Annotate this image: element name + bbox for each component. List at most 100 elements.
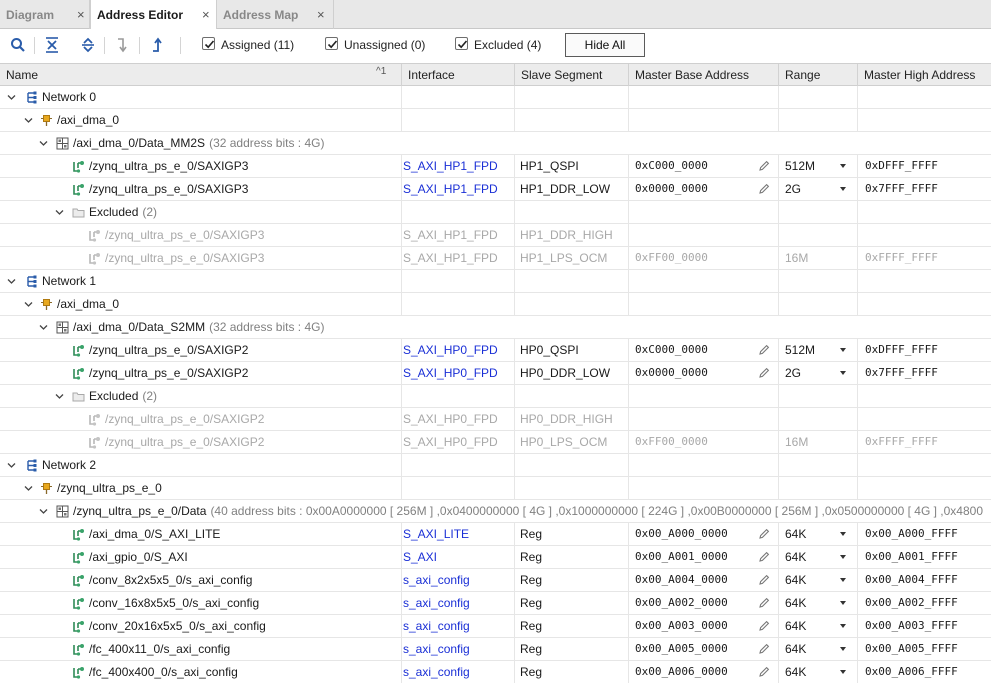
interface-link[interactable]: S_AXI_HP1_FPD: [403, 178, 512, 200]
dropdown-arrow-icon[interactable]: [840, 555, 846, 559]
column-header-master-high[interactable]: Master High Address: [858, 64, 975, 86]
pencil-icon[interactable]: [758, 597, 770, 609]
interface-link[interactable]: s_axi_config: [403, 638, 512, 660]
table-row-segment[interactable]: /zynq_ultra_ps_e_0/SAXIGP2 S_AXI_HP0_FPD H…: [0, 431, 991, 454]
table-row-master[interactable]: /zynq_ultra_ps_e_0: [0, 477, 991, 500]
pencil-icon[interactable]: [758, 620, 770, 632]
close-icon[interactable]: ×: [317, 7, 325, 22]
table-row-segment[interactable]: /axi_gpio_0/S_AXI S_AXI Reg 0x00_A001_0000 6…: [0, 546, 991, 569]
interface-link[interactable]: S_AXI_HP0_FPD: [403, 339, 512, 361]
master-base-address-field[interactable]: 0x0000_0000: [635, 362, 753, 384]
range-select[interactable]: 64K: [785, 615, 833, 637]
table-row-segment[interactable]: /zynq_ultra_ps_e_0/SAXIGP3 S_AXI_HP1_FPD H…: [0, 178, 991, 201]
table-row-segment[interactable]: /conv_8x2x5x5_0/s_axi_config s_axi_config…: [0, 569, 991, 592]
chevron-down-icon[interactable]: [39, 323, 48, 332]
interface-link[interactable]: S_AXI_LITE: [403, 523, 512, 545]
master-base-address-field[interactable]: 0x0000_0000: [635, 178, 753, 200]
search-icon[interactable]: [9, 36, 27, 54]
range-select[interactable]: 512M: [785, 155, 833, 177]
table-row-master[interactable]: /axi_dma_0: [0, 293, 991, 316]
interface-link[interactable]: S_AXI_HP1_FPD: [403, 155, 512, 177]
dropdown-arrow-icon[interactable]: [840, 187, 846, 191]
master-base-address-field[interactable]: 0x00_A001_0000: [635, 546, 753, 568]
table-row-segment[interactable]: /zynq_ultra_ps_e_0/SAXIGP3 S_AXI_HP1_FPD H…: [0, 224, 991, 247]
chevron-down-icon[interactable]: [24, 484, 33, 493]
excluded-checkbox[interactable]: [455, 37, 468, 50]
interface-link[interactable]: s_axi_config: [403, 661, 512, 683]
pencil-icon[interactable]: [758, 551, 770, 563]
dropdown-arrow-icon[interactable]: [840, 647, 846, 651]
range-select[interactable]: 64K: [785, 546, 833, 568]
hide-all-button[interactable]: Hide All: [565, 33, 645, 57]
chevron-down-icon[interactable]: [24, 300, 33, 309]
pencil-icon[interactable]: [758, 160, 770, 172]
table-row-segment[interactable]: /conv_20x16x5x5_0/s_axi_config s_axi_conf…: [0, 615, 991, 638]
dropdown-arrow-icon[interactable]: [840, 578, 846, 582]
pencil-icon[interactable]: [758, 666, 770, 678]
table-row-segment[interactable]: /fc_400x11_0/s_axi_config s_axi_config Reg…: [0, 638, 991, 661]
range-select[interactable]: 2G: [785, 362, 833, 384]
assign-up-icon[interactable]: [149, 36, 167, 54]
range-select[interactable]: 64K: [785, 523, 833, 545]
interface-link[interactable]: s_axi_config: [403, 615, 512, 637]
range-select[interactable]: 64K: [785, 661, 833, 683]
master-base-address-field[interactable]: 0x00_A000_0000: [635, 523, 753, 545]
master-base-address-field[interactable]: 0x00_A003_0000: [635, 615, 753, 637]
interface-link[interactable]: s_axi_config: [403, 569, 512, 591]
column-header-master-base[interactable]: Master Base Address: [629, 64, 749, 86]
chevron-down-icon[interactable]: [39, 507, 48, 516]
assign-down-icon[interactable]: [114, 36, 132, 54]
master-base-address-field[interactable]: 0x00_A006_0000: [635, 661, 753, 683]
column-header-name[interactable]: Name ^1: [0, 64, 401, 86]
dropdown-arrow-icon[interactable]: [840, 348, 846, 352]
range-select[interactable]: 512M: [785, 339, 833, 361]
chevron-down-icon[interactable]: [39, 139, 48, 148]
table-row-segment[interactable]: /axi_dma_0/S_AXI_LITE S_AXI_LITE Reg 0x00_A…: [0, 523, 991, 546]
close-icon[interactable]: ×: [77, 7, 85, 22]
table-row-segment[interactable]: /zynq_ultra_ps_e_0/SAXIGP2 S_AXI_HP0_FPD H…: [0, 362, 991, 385]
master-base-address-field[interactable]: 0xC000_0000: [635, 339, 753, 361]
dropdown-arrow-icon[interactable]: [840, 371, 846, 375]
column-header-slave-segment[interactable]: Slave Segment: [515, 64, 602, 86]
table-row-space[interactable]: /zynq_ultra_ps_e_0/Data (40 address bits …: [0, 500, 991, 523]
table-row-segment[interactable]: /conv_16x8x5x5_0/s_axi_config s_axi_confi…: [0, 592, 991, 615]
pencil-icon[interactable]: [758, 367, 770, 379]
expand-all-icon[interactable]: [79, 36, 97, 54]
tab-address-map[interactable]: Address Map ×: [217, 0, 334, 29]
dropdown-arrow-icon[interactable]: [840, 601, 846, 605]
master-base-address-field[interactable]: 0x00_A005_0000: [635, 638, 753, 660]
range-select[interactable]: 64K: [785, 638, 833, 660]
chevron-down-icon[interactable]: [7, 93, 16, 102]
table-row-space[interactable]: /axi_dma_0/Data_MM2S (32 address bits : 4…: [0, 132, 991, 155]
table-row-segment[interactable]: /fc_400x400_0/s_axi_config s_axi_config Re…: [0, 661, 991, 683]
tab-diagram[interactable]: Diagram ×: [0, 0, 90, 29]
master-base-address-field[interactable]: 0xC000_0000: [635, 155, 753, 177]
dropdown-arrow-icon[interactable]: [840, 164, 846, 168]
table-row-segment[interactable]: /zynq_ultra_ps_e_0/SAXIGP3 S_AXI_HP1_FPD H…: [0, 155, 991, 178]
interface-link[interactable]: s_axi_config: [403, 592, 512, 614]
range-select[interactable]: 2G: [785, 178, 833, 200]
pencil-icon[interactable]: [758, 344, 770, 356]
chevron-down-icon[interactable]: [55, 392, 64, 401]
unassigned-checkbox[interactable]: [325, 37, 338, 50]
close-icon[interactable]: ×: [202, 7, 210, 22]
assigned-checkbox[interactable]: [202, 37, 215, 50]
table-row-space[interactable]: /axi_dma_0/Data_S2MM (32 address bits : 4…: [0, 316, 991, 339]
table-row-segment[interactable]: /zynq_ultra_ps_e_0/SAXIGP3 S_AXI_HP1_FPD H…: [0, 247, 991, 270]
dropdown-arrow-icon[interactable]: [840, 670, 846, 674]
master-base-address-field[interactable]: 0x00_A004_0000: [635, 569, 753, 591]
pencil-icon[interactable]: [758, 183, 770, 195]
master-base-address-field[interactable]: 0x00_A002_0000: [635, 592, 753, 614]
range-select[interactable]: 64K: [785, 569, 833, 591]
table-row-segment[interactable]: /zynq_ultra_ps_e_0/SAXIGP2 S_AXI_HP0_FPD H…: [0, 408, 991, 431]
table-row-excluded[interactable]: Excluded (2): [0, 201, 991, 224]
pencil-icon[interactable]: [758, 643, 770, 655]
chevron-down-icon[interactable]: [7, 461, 16, 470]
table-row-network[interactable]: Network 0: [0, 86, 991, 109]
chevron-down-icon[interactable]: [55, 208, 64, 217]
range-select[interactable]: 64K: [785, 592, 833, 614]
column-header-interface[interactable]: Interface: [402, 64, 455, 86]
pencil-icon[interactable]: [758, 528, 770, 540]
tab-address-editor[interactable]: Address Editor ×: [90, 0, 217, 30]
table-row-network[interactable]: Network 1: [0, 270, 991, 293]
